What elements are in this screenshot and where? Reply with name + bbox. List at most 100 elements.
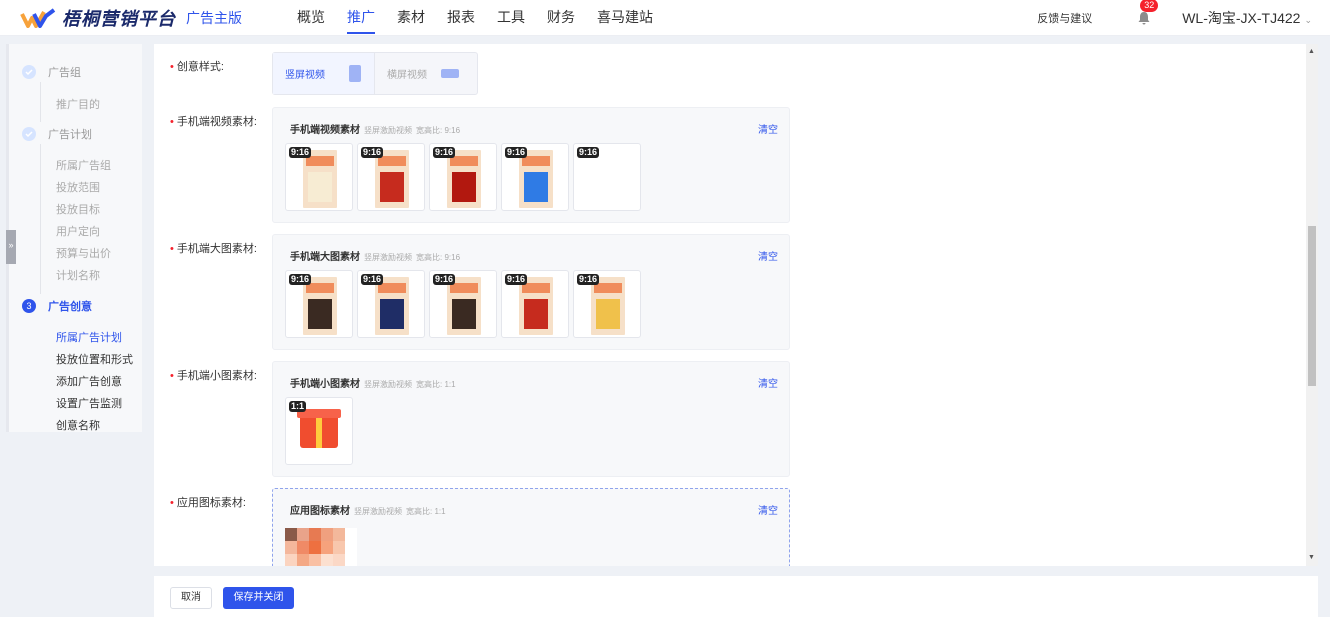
nav-assets[interactable]: 素材: [386, 0, 436, 36]
material-thumb[interactable]: 9:16: [357, 270, 425, 338]
ratio-tag: 9:16: [505, 274, 528, 285]
step-connector: [40, 144, 41, 294]
clear-button[interactable]: 清空: [758, 502, 778, 517]
thumb-list: 9:16 9:16 9:16 9:16 9:16: [285, 270, 645, 338]
material-thumb[interactable]: 9:16: [357, 143, 425, 211]
thumb-list: 9:16 9:16 9:16 9:16 9:16: [285, 143, 645, 211]
material-thumb[interactable]: 9:16: [285, 270, 353, 338]
clear-button[interactable]: 清空: [758, 375, 778, 390]
material-thumb[interactable]: 9:16: [429, 270, 497, 338]
sidebar-item-audience[interactable]: 用户定向: [56, 223, 100, 239]
save-and-close-button[interactable]: 保存并关闭: [223, 587, 294, 609]
step-number: 3: [22, 299, 36, 313]
vertical-screen-icon: [349, 65, 361, 82]
card-title: 手机端大图素材 竖屏激励视频 宽高比: 9:16: [290, 252, 461, 263]
nav-reports[interactable]: 报表: [436, 0, 486, 36]
step-label: 广告组: [48, 67, 81, 79]
thumb-list: 1:1: [285, 397, 357, 465]
step-label: 广告计划: [48, 129, 92, 141]
logo-mark-icon: [20, 7, 56, 28]
small-image-label: • 手机端小图素材:: [170, 370, 257, 382]
material-thumb[interactable]: 9:16: [429, 143, 497, 211]
card-title: 手机端小图素材 竖屏激励视频 宽高比: 1:1: [290, 379, 456, 390]
brand-name: 梧桐营销平台: [62, 8, 176, 29]
horizontal-screen-icon: [441, 69, 459, 78]
ratio-tag: 9:16: [577, 274, 600, 285]
ratio-tag: 9:16: [289, 147, 312, 158]
step-ad-creative[interactable]: 3 广告创意: [22, 298, 92, 314]
card-title: 应用图标素材 竖屏激励视频 宽高比: 1:1: [290, 506, 446, 517]
main-scrollbar[interactable]: ▲ ▼: [1306, 44, 1318, 566]
sidebar-item-placement[interactable]: 投放位置和形式: [56, 351, 133, 367]
step-connector: [40, 82, 41, 122]
ratio-tag: 9:16: [361, 274, 384, 285]
step-label: 广告创意: [48, 301, 92, 313]
account-name: WL-淘宝-JX-TJ422: [1182, 10, 1301, 26]
app-icon-thumb[interactable]: [285, 528, 357, 566]
nav-tools[interactable]: 工具: [486, 0, 536, 36]
option-label: 竖屏视频: [285, 70, 325, 81]
sidebar-item-purpose[interactable]: 推广目的: [56, 96, 100, 112]
material-thumb[interactable]: 9:16: [285, 143, 353, 211]
cancel-button[interactable]: 取消: [170, 587, 212, 609]
account-switcher[interactable]: WL-淘宝-JX-TJ422 ⌄: [1182, 8, 1312, 28]
ratio-tag: 9:16: [505, 147, 528, 158]
ratio-tag: 9:16: [433, 274, 456, 285]
step-ad-plan[interactable]: 广告计划: [22, 126, 92, 142]
sidebar-item-target[interactable]: 投放目标: [56, 201, 100, 217]
sidebar-item-add-creative[interactable]: 添加广告创意: [56, 373, 122, 389]
option-label: 横屏视频: [387, 70, 427, 81]
step-ad-group[interactable]: 广告组: [22, 64, 81, 80]
sidebar-item-range[interactable]: 投放范围: [56, 179, 100, 195]
app-icon-label: • 应用图标素材:: [170, 497, 246, 509]
material-thumb[interactable]: 9:16: [501, 143, 569, 211]
sidebar-item-budget[interactable]: 预算与出价: [56, 245, 111, 261]
nav-promotion[interactable]: 推广: [336, 0, 386, 36]
gift-box-icon: [300, 414, 338, 448]
material-thumb[interactable]: 9:16: [573, 270, 641, 338]
nav-overview[interactable]: 概览: [286, 0, 336, 36]
action-bar: 取消 保存并关闭: [154, 576, 1318, 617]
sidebar-item-monitoring[interactable]: 设置广告监测: [56, 395, 122, 411]
scroll-down-icon[interactable]: ▼: [1308, 554, 1315, 561]
edition-label: 广告主版: [186, 9, 242, 26]
check-icon: [22, 65, 36, 79]
sidebar-collapse-toggle[interactable]: »: [6, 230, 16, 264]
small-image-card: 手机端小图素材 竖屏激励视频 宽高比: 1:1 清空 1:1: [272, 361, 790, 477]
style-vertical-video[interactable]: 竖屏视频: [273, 53, 375, 94]
nav-site-builder[interactable]: 喜马建站: [586, 0, 664, 36]
creative-style-selector: 竖屏视频 横屏视频: [272, 52, 478, 95]
app-icon-card: 应用图标素材 竖屏激励视频 宽高比: 1:1 清空: [272, 488, 790, 566]
feedback-link[interactable]: 反馈与建议: [1037, 10, 1092, 26]
sidebar-item-plan-name[interactable]: 计划名称: [56, 267, 100, 283]
sidebar-item-creative-name[interactable]: 创意名称: [56, 417, 100, 433]
large-image-label: • 手机端大图素材:: [170, 243, 257, 255]
material-thumb[interactable]: 9:16: [501, 270, 569, 338]
style-horizontal-video[interactable]: 横屏视频: [375, 53, 477, 94]
top-navbar: 梧桐营销平台 广告主版 概览 推广 素材 报表 工具 财务 喜马建站 反馈与建议…: [0, 0, 1330, 36]
clear-button[interactable]: 清空: [758, 248, 778, 263]
header-right: 反馈与建议 32 WL-淘宝-JX-TJ422 ⌄: [1037, 0, 1312, 36]
card-title: 手机端视频素材 竖屏激励视频 宽高比: 9:16: [290, 125, 461, 136]
ratio-tag: 9:16: [433, 147, 456, 158]
sidebar-item-parent-plan[interactable]: 所属广告计划: [56, 329, 122, 345]
logo[interactable]: 梧桐营销平台 广告主版: [20, 5, 242, 31]
large-image-card: 手机端大图素材 竖屏激励视频 宽高比: 9:16 清空 9:16 9:16 9:16…: [272, 234, 790, 350]
bell-icon[interactable]: 32: [1136, 0, 1159, 26]
ratio-tag: 9:16: [289, 274, 312, 285]
nav-finance[interactable]: 财务: [536, 0, 586, 36]
ratio-tag: 9:16: [361, 147, 384, 158]
style-label: • 创意样式:: [170, 61, 224, 73]
notification-badge: 32: [1140, 0, 1159, 12]
material-thumb[interactable]: 9:16: [573, 143, 641, 211]
video-material-label: • 手机端视频素材:: [170, 116, 257, 128]
video-material-card: 手机端视频素材 竖屏激励视频 宽高比: 9:16 清空 9:16 9:16 9:16…: [272, 107, 790, 223]
chevron-down-icon: ⌄: [1304, 15, 1312, 25]
creative-form: • 创意样式: 竖屏视频 横屏视频 • 手机端视频素材: 手机端视频素材 竖屏激励视频…: [154, 44, 1318, 566]
clear-button[interactable]: 清空: [758, 121, 778, 136]
ratio-tag: 1:1: [289, 401, 307, 412]
sidebar-item-group[interactable]: 所属广告组: [56, 157, 111, 173]
material-thumb[interactable]: 1:1: [285, 397, 353, 465]
scroll-up-icon[interactable]: ▲: [1308, 48, 1315, 55]
scroll-thumb[interactable]: [1308, 226, 1316, 386]
